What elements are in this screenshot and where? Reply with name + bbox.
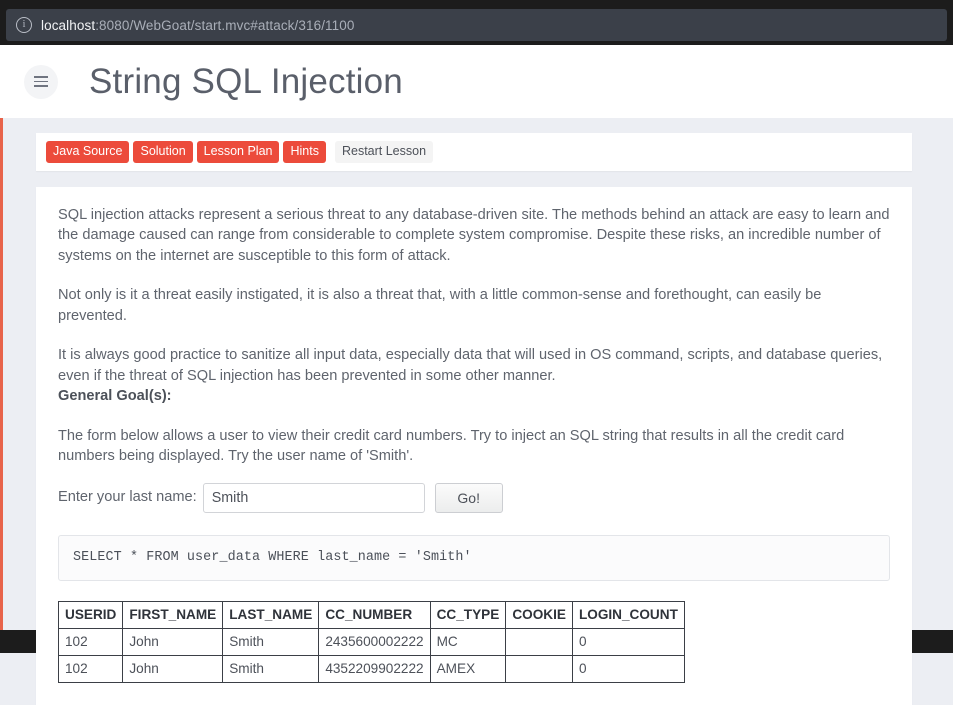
solution-button[interactable]: Solution	[133, 141, 192, 163]
hamburger-menu-icon[interactable]	[24, 65, 58, 99]
column-header-cc-number: CC_NUMBER	[319, 602, 430, 629]
cell-cookie	[506, 656, 573, 683]
cell-last-name: Smith	[223, 629, 319, 656]
cell-cc-number: 4352209902222	[319, 656, 430, 683]
lesson-panel: SQL injection attacks represent a seriou…	[36, 187, 912, 705]
column-header-login-count: LOGIN_COUNT	[572, 602, 684, 629]
cell-first-name: John	[123, 629, 223, 656]
general-goals-text: The form below allows a user to view the…	[58, 426, 890, 467]
lesson-paragraph-3: It is always good practice to sanitize a…	[58, 345, 890, 386]
browser-urlbar-container: i localhost:8080/WebGoat/start.mvc#attac…	[0, 9, 953, 45]
cell-cookie	[506, 629, 573, 656]
go-button[interactable]: Go!	[435, 483, 503, 513]
address-bar-url: localhost:8080/WebGoat/start.mvc#attack/…	[41, 18, 355, 33]
menu-line-1	[34, 76, 48, 78]
column-header-first-name: FIRST_NAME	[123, 602, 223, 629]
lesson-toolbar: Java Source Solution Lesson Plan Hints R…	[36, 133, 912, 171]
lesson-plan-button[interactable]: Lesson Plan	[197, 141, 280, 163]
cell-first-name: John	[123, 656, 223, 683]
lesson-content-area: Java Source Solution Lesson Plan Hints R…	[0, 118, 953, 630]
cell-login-count: 0	[572, 629, 684, 656]
cell-login-count: 0	[572, 656, 684, 683]
column-header-cc-type: CC_TYPE	[430, 602, 506, 629]
browser-titlebar	[0, 0, 953, 9]
lastname-form: Enter your last name: Go!	[58, 483, 890, 513]
page-header: String SQL Injection	[0, 45, 953, 118]
cell-cc-type: MC	[430, 629, 506, 656]
url-path: :8080/WebGoat/start.mvc#attack/316/1100	[95, 18, 354, 33]
java-source-button[interactable]: Java Source	[46, 141, 129, 163]
column-header-userid: USERID	[59, 602, 123, 629]
results-table: USERID FIRST_NAME LAST_NAME CC_NUMBER CC…	[58, 601, 685, 683]
table-row: 102 John Smith 2435600002222 MC 0	[59, 629, 685, 656]
menu-line-2	[34, 81, 48, 83]
cell-cc-number: 2435600002222	[319, 629, 430, 656]
lastname-label: Enter your last name:	[58, 487, 197, 508]
cell-last-name: Smith	[223, 656, 319, 683]
sql-query-display: SELECT * FROM user_data WHERE last_name …	[58, 535, 890, 582]
lesson-paragraph-2: Not only is it a threat easily instigate…	[58, 285, 890, 326]
column-header-cookie: COOKIE	[506, 602, 573, 629]
cell-userid: 102	[59, 656, 123, 683]
table-row: 102 John Smith 4352209902222 AMEX 0	[59, 656, 685, 683]
restart-lesson-button[interactable]: Restart Lesson	[335, 141, 433, 163]
cell-userid: 102	[59, 629, 123, 656]
url-host: localhost	[41, 18, 95, 33]
site-info-icon[interactable]: i	[16, 17, 32, 33]
menu-line-3	[34, 85, 48, 87]
lesson-paragraph-1: SQL injection attacks represent a seriou…	[58, 205, 890, 267]
hints-button[interactable]: Hints	[283, 141, 325, 163]
table-header-row: USERID FIRST_NAME LAST_NAME CC_NUMBER CC…	[59, 602, 685, 629]
lastname-input[interactable]	[203, 483, 425, 513]
page-title: String SQL Injection	[89, 62, 403, 102]
cell-cc-type: AMEX	[430, 656, 506, 683]
address-bar[interactable]: i localhost:8080/WebGoat/start.mvc#attac…	[6, 9, 947, 41]
general-goals-label: General Goal(s):	[58, 386, 890, 407]
column-header-last-name: LAST_NAME	[223, 602, 319, 629]
